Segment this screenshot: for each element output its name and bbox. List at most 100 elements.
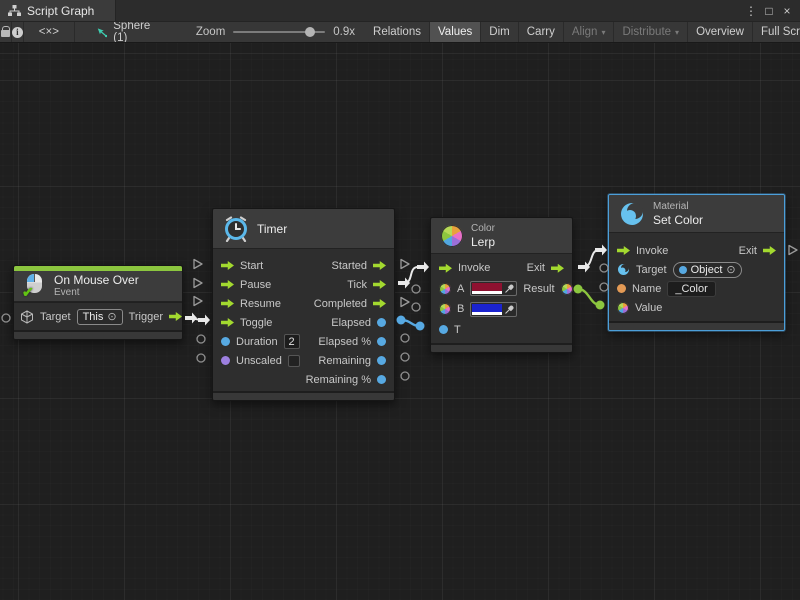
color-port-icon[interactable] <box>617 302 629 314</box>
eyedropper-icon[interactable] <box>502 282 516 295</box>
port-triangle[interactable] <box>789 246 797 255</box>
graph-canvas[interactable]: ✔ On Mouse Over Event Target This <box>0 43 800 600</box>
node-color-lerp[interactable]: Color Lerp Invoke Exit A <box>430 217 573 353</box>
color-port-icon[interactable] <box>439 303 451 315</box>
port-circle[interactable] <box>401 334 409 342</box>
port-label-elapsed-pct: Elapsed % <box>318 336 371 348</box>
duration-value-field[interactable]: 2 <box>284 334 300 349</box>
node-footer <box>213 391 394 400</box>
float-port-icon[interactable] <box>221 337 230 346</box>
flow-arrow-icon[interactable] <box>169 312 182 321</box>
node-set-color[interactable]: Material Set Color Invoke Exit Target <box>608 194 785 331</box>
float-port-icon[interactable] <box>377 375 386 384</box>
float-port-icon[interactable] <box>377 356 386 365</box>
tab-script-graph[interactable]: Script Graph <box>0 0 116 21</box>
name-value-field[interactable]: _Color <box>667 281 715 297</box>
node-on-mouse-over[interactable]: ✔ On Mouse Over Event Target This <box>13 265 183 340</box>
flow-arrow-icon[interactable] <box>551 264 564 273</box>
flow-arrow-icon[interactable] <box>221 261 234 270</box>
color-b-swatch[interactable] <box>472 304 502 315</box>
flow-arrow-icon[interactable] <box>221 280 234 289</box>
color-port-icon[interactable] <box>439 283 451 295</box>
port-circle[interactable] <box>412 285 420 293</box>
selection-label: Sphere (1) <box>113 21 154 43</box>
bool-port-icon[interactable] <box>221 356 230 365</box>
port-label-resume: Resume <box>240 298 281 310</box>
dim-button[interactable]: Dim <box>481 22 518 42</box>
node-timer[interactable]: Timer Start Started Pause Tick <box>212 208 395 401</box>
color-a-field[interactable] <box>470 281 517 296</box>
node-header[interactable]: Color Lerp <box>431 218 572 254</box>
port-triangle[interactable] <box>194 260 202 269</box>
color-port-icon[interactable] <box>561 283 573 295</box>
object-picker-icon[interactable]: ⊙ <box>726 263 735 276</box>
values-button[interactable]: Values <box>430 22 481 42</box>
port-triangle[interactable] <box>401 298 409 307</box>
menu-icon[interactable]: ⋮ <box>744 1 758 21</box>
wire-tick-to-invoke[interactable] <box>404 267 418 283</box>
node-title: Set Color <box>653 213 703 227</box>
port-circle[interactable] <box>401 353 409 361</box>
lock-button[interactable] <box>0 22 12 42</box>
info-button[interactable]: i <box>12 22 24 42</box>
float-port-icon[interactable] <box>439 325 448 334</box>
wire-exit-to-invoke[interactable] <box>583 250 599 267</box>
wire-trigger-to-toggle[interactable] <box>188 318 201 320</box>
port-circle[interactable] <box>401 372 409 380</box>
unscaled-checkbox[interactable] <box>288 355 300 367</box>
color-b-field[interactable] <box>470 302 517 317</box>
target-value-field[interactable]: This ⊙ <box>77 309 123 325</box>
wire-arrowhead <box>417 262 429 273</box>
port-label-start: Start <box>240 260 263 272</box>
align-dropdown[interactable]: Align ▾ <box>564 22 615 42</box>
material-sphere-icon <box>619 201 645 227</box>
wire-result-to-value[interactable] <box>574 285 605 310</box>
node-header[interactable]: Material Set Color <box>609 195 784 233</box>
flow-arrow-icon[interactable] <box>373 261 386 270</box>
relations-button[interactable]: Relations <box>365 22 430 42</box>
flow-arrow-icon[interactable] <box>373 280 386 289</box>
port-circle[interactable] <box>197 354 205 362</box>
flow-arrow-icon[interactable] <box>617 246 630 255</box>
flow-arrow-icon[interactable] <box>763 246 776 255</box>
close-icon[interactable]: × <box>780 1 794 21</box>
port-circle[interactable] <box>600 283 608 291</box>
flow-arrow-icon[interactable] <box>221 299 234 308</box>
port-label-duration: Duration <box>236 336 278 348</box>
float-port-icon[interactable] <box>377 318 386 327</box>
node-header[interactable]: Timer <box>213 209 394 249</box>
wire-elapsed-to-t[interactable] <box>397 316 425 331</box>
string-port-icon[interactable] <box>617 284 626 293</box>
float-port-icon[interactable] <box>377 337 386 346</box>
zoom-slider-handle[interactable] <box>305 27 315 37</box>
lock-icon <box>1 30 10 37</box>
distribute-dropdown[interactable]: Distribute ▾ <box>614 22 688 42</box>
node-footer <box>609 321 784 330</box>
fullscreen-button[interactable]: Full Scre <box>753 22 800 42</box>
carry-button[interactable]: Carry <box>519 22 564 42</box>
material-port-icon[interactable] <box>617 263 630 276</box>
port-triangle[interactable] <box>194 279 202 288</box>
node-header[interactable]: ✔ On Mouse Over Event <box>14 271 182 302</box>
overview-button[interactable]: Overview <box>688 22 753 42</box>
selection-context[interactable]: Sphere (1) <box>75 22 164 42</box>
port-circle[interactable] <box>2 314 10 322</box>
chevron-down-icon: ▾ <box>601 28 605 37</box>
wire-arrowhead <box>595 245 607 256</box>
port-label-toggle: Toggle <box>240 317 272 329</box>
port-circle[interactable] <box>197 335 205 343</box>
flow-arrow-icon[interactable] <box>221 318 234 327</box>
eyedropper-icon[interactable] <box>502 303 516 316</box>
flow-arrow-icon[interactable] <box>439 264 452 273</box>
port-circle[interactable] <box>600 264 608 272</box>
object-picker-icon[interactable]: ⊙ <box>107 310 116 323</box>
maximize-icon[interactable]: □ <box>762 1 776 21</box>
port-triangle[interactable] <box>194 297 202 306</box>
port-circle[interactable] <box>412 303 420 311</box>
color-a-swatch[interactable] <box>472 283 502 294</box>
flow-arrow-icon[interactable] <box>373 299 386 308</box>
port-triangle[interactable] <box>401 260 409 269</box>
zoom-slider[interactable] <box>233 31 325 33</box>
edit-graph-button[interactable]: <×> <box>24 22 75 42</box>
target-object-field[interactable]: Object ⊙ <box>673 262 742 278</box>
